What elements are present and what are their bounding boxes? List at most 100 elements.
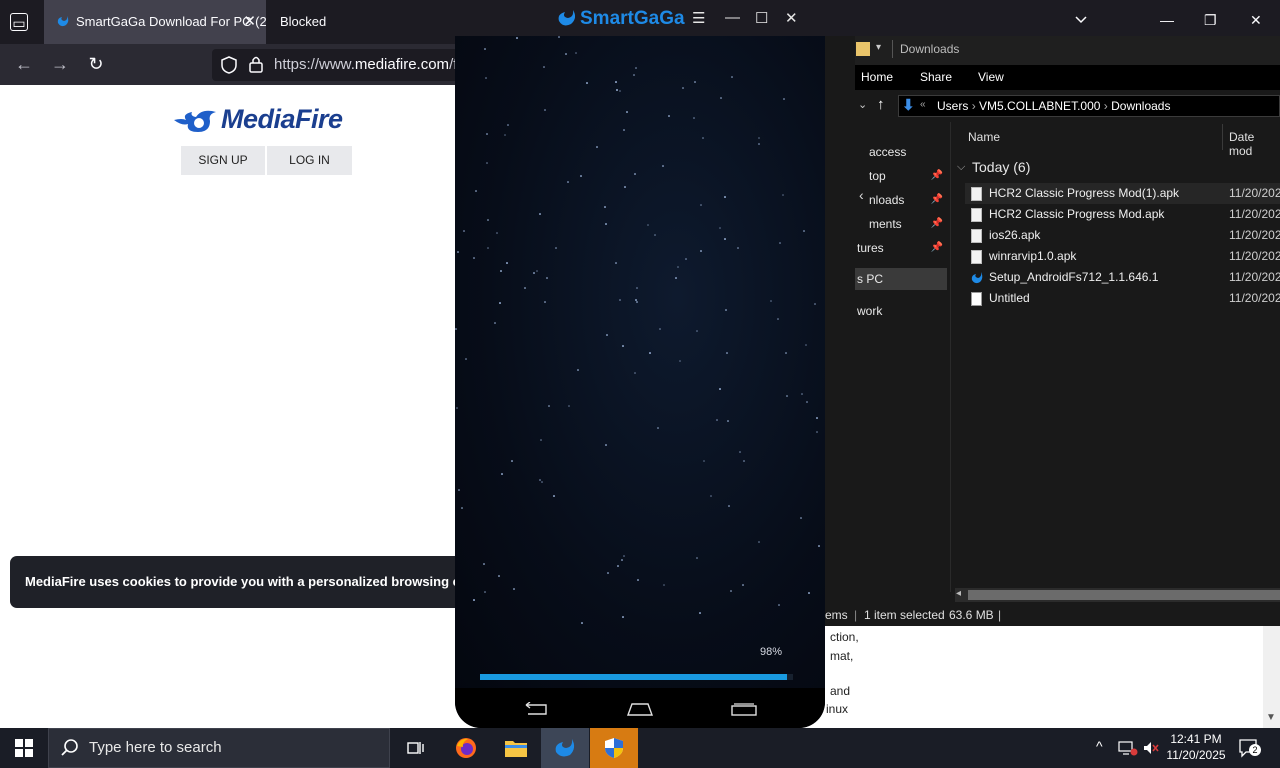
folder-icon	[856, 42, 870, 56]
tab-smartgaga-download[interactable]: SmartGaGa Download For PC (2 ✕	[44, 0, 266, 44]
taskbar-file-explorer[interactable]	[492, 728, 540, 768]
explorer-address-bar[interactable]: Users › VM5.COLLABNET.000 › Downloads	[898, 95, 1280, 117]
mediafire-logo[interactable]: MediaFire	[221, 104, 343, 135]
file-row[interactable]: HCR2 Classic Progress Mod.apk 11/20/202	[965, 204, 1280, 225]
star-dot	[633, 74, 635, 76]
up-arrow-icon[interactable]: ↑	[877, 96, 885, 113]
file-date: 11/20/202	[1229, 207, 1280, 221]
file-icon	[971, 250, 982, 264]
column-separator[interactable]	[1222, 124, 1223, 150]
tray-overflow-chevron-icon[interactable]: ^	[1096, 738, 1103, 754]
scroll-down-icon[interactable]: ▼	[1266, 712, 1276, 723]
emulator-minimize-icon[interactable]: —	[725, 9, 740, 26]
emulator-maximize-icon[interactable]: ☐	[755, 9, 768, 27]
menu-icon[interactable]: ☰	[692, 9, 705, 27]
lock-icon[interactable]	[248, 55, 264, 73]
ribbon-tab-home[interactable]: Home	[861, 70, 893, 84]
group-collapse-icon[interactable]: ⌵	[957, 161, 965, 174]
star-dot	[596, 146, 598, 148]
volume-muted-icon[interactable]	[1142, 740, 1160, 756]
close-tab-icon[interactable]: ✕	[243, 0, 256, 44]
network-disconnected-icon[interactable]	[1118, 740, 1138, 756]
taskbar-clock[interactable]: 12:41 PM 11/20/2025	[1160, 731, 1232, 763]
file-row[interactable]: Untitled 11/20/202	[965, 288, 1280, 309]
forward-arrow-icon[interactable]: →	[48, 53, 72, 77]
star-dot	[577, 369, 579, 371]
star-dot	[544, 301, 546, 303]
star-dot	[616, 89, 618, 91]
file-row[interactable]: Setup_AndroidFs712_1.1.646.1 11/20/202	[965, 267, 1280, 288]
nav-item-downloads[interactable]: nloads 📌	[855, 189, 947, 211]
star-dot	[743, 460, 745, 462]
android-recents-icon[interactable]	[730, 702, 758, 716]
star-dot	[623, 129, 625, 131]
search-placeholder: Type here to search	[89, 739, 222, 756]
sign-up-button[interactable]: SIGN UP	[181, 146, 265, 175]
star-dot	[605, 444, 607, 446]
file-date: 11/20/202	[1229, 270, 1280, 284]
tab-overflow-chevron-icon[interactable]	[1074, 12, 1088, 29]
star-dot	[636, 301, 638, 303]
nav-item-network[interactable]: work	[855, 300, 947, 322]
ribbon-tab-share[interactable]: Share	[920, 70, 952, 84]
explorer-status-bar: ems | 1 item selected 63.6 MB |	[825, 604, 1280, 626]
star-dot	[758, 137, 760, 139]
firefox-icon	[456, 738, 476, 758]
action-center-button[interactable]: 2	[1238, 738, 1261, 758]
star-dot	[623, 555, 625, 557]
nav-item-pictures[interactable]: tures 📌	[855, 237, 947, 259]
android-back-icon[interactable]	[522, 702, 550, 716]
minimize-icon[interactable]: —	[1160, 12, 1174, 28]
column-header-date[interactable]: Date mod	[1229, 130, 1280, 158]
emulator-screen[interactable]	[455, 36, 825, 688]
star-dot	[710, 495, 712, 497]
file-row[interactable]: HCR2 Classic Progress Mod(1).apk 11/20/2…	[965, 183, 1280, 204]
task-view-button[interactable]	[392, 728, 440, 768]
file-row[interactable]: ios26.apk 11/20/202	[965, 225, 1280, 246]
back-arrow-icon[interactable]: ←	[12, 53, 36, 77]
star-dot	[458, 489, 460, 491]
star-dot	[483, 563, 485, 565]
scrollbar-thumb[interactable]	[968, 590, 1280, 600]
list-all-tabs-icon[interactable]: ▭	[10, 13, 28, 31]
nav-item-label: top	[869, 169, 886, 183]
quick-access-dropdown-icon[interactable]: ▾	[876, 42, 881, 53]
nav-item-desktop[interactable]: top 📌	[855, 165, 947, 187]
tracking-shield-icon[interactable]	[220, 55, 238, 75]
taskbar-search-box[interactable]: Type here to search	[48, 728, 390, 768]
group-header-today[interactable]: Today (6)	[972, 159, 1030, 175]
taskbar-firefox[interactable]	[442, 728, 490, 768]
star-dot	[649, 352, 651, 354]
star-dot	[456, 407, 458, 409]
star-dot	[668, 115, 670, 117]
windows-start-icon[interactable]	[15, 739, 33, 757]
file-row[interactable]: winrarvip1.0.apk 11/20/202	[965, 246, 1280, 267]
star-dot	[586, 82, 588, 84]
star-dot	[544, 109, 546, 111]
breadcrumb-users[interactable]: Users	[937, 99, 968, 113]
star-dot	[730, 590, 732, 592]
emulator-close-icon[interactable]: ✕	[785, 9, 798, 27]
ribbon-tab-view[interactable]: View	[978, 70, 1004, 84]
scroll-left-icon[interactable]: ◂	[956, 588, 961, 599]
android-home-icon[interactable]	[626, 702, 654, 716]
star-dot	[783, 98, 785, 100]
taskbar-uac-shield[interactable]	[590, 728, 638, 768]
nav-item-documents[interactable]: ments 📌	[855, 213, 947, 235]
column-header-name[interactable]: Name	[968, 130, 1000, 144]
nav-item-this-pc[interactable]: s PC	[855, 268, 947, 290]
breadcrumb-vm5[interactable]: VM5.COLLABNET.000	[979, 99, 1100, 113]
path-overflow-icon[interactable]: «	[920, 99, 926, 110]
log-in-button[interactable]: LOG IN	[267, 146, 352, 175]
restore-icon[interactable]: ❐	[1204, 12, 1217, 29]
star-dot	[513, 588, 515, 590]
tab-blocked[interactable]: Blocked	[280, 0, 400, 44]
star-dot	[770, 300, 772, 302]
reload-icon[interactable]: ↻	[84, 53, 108, 77]
close-window-icon[interactable]: ✕	[1250, 12, 1262, 29]
star-dot	[662, 165, 664, 167]
taskbar-smartgaga[interactable]	[541, 728, 589, 768]
recent-locations-chevron-icon[interactable]: ⌄	[858, 98, 867, 111]
breadcrumb-downloads[interactable]: Downloads	[1111, 99, 1170, 113]
nav-item-quick-access[interactable]: access	[855, 141, 947, 163]
